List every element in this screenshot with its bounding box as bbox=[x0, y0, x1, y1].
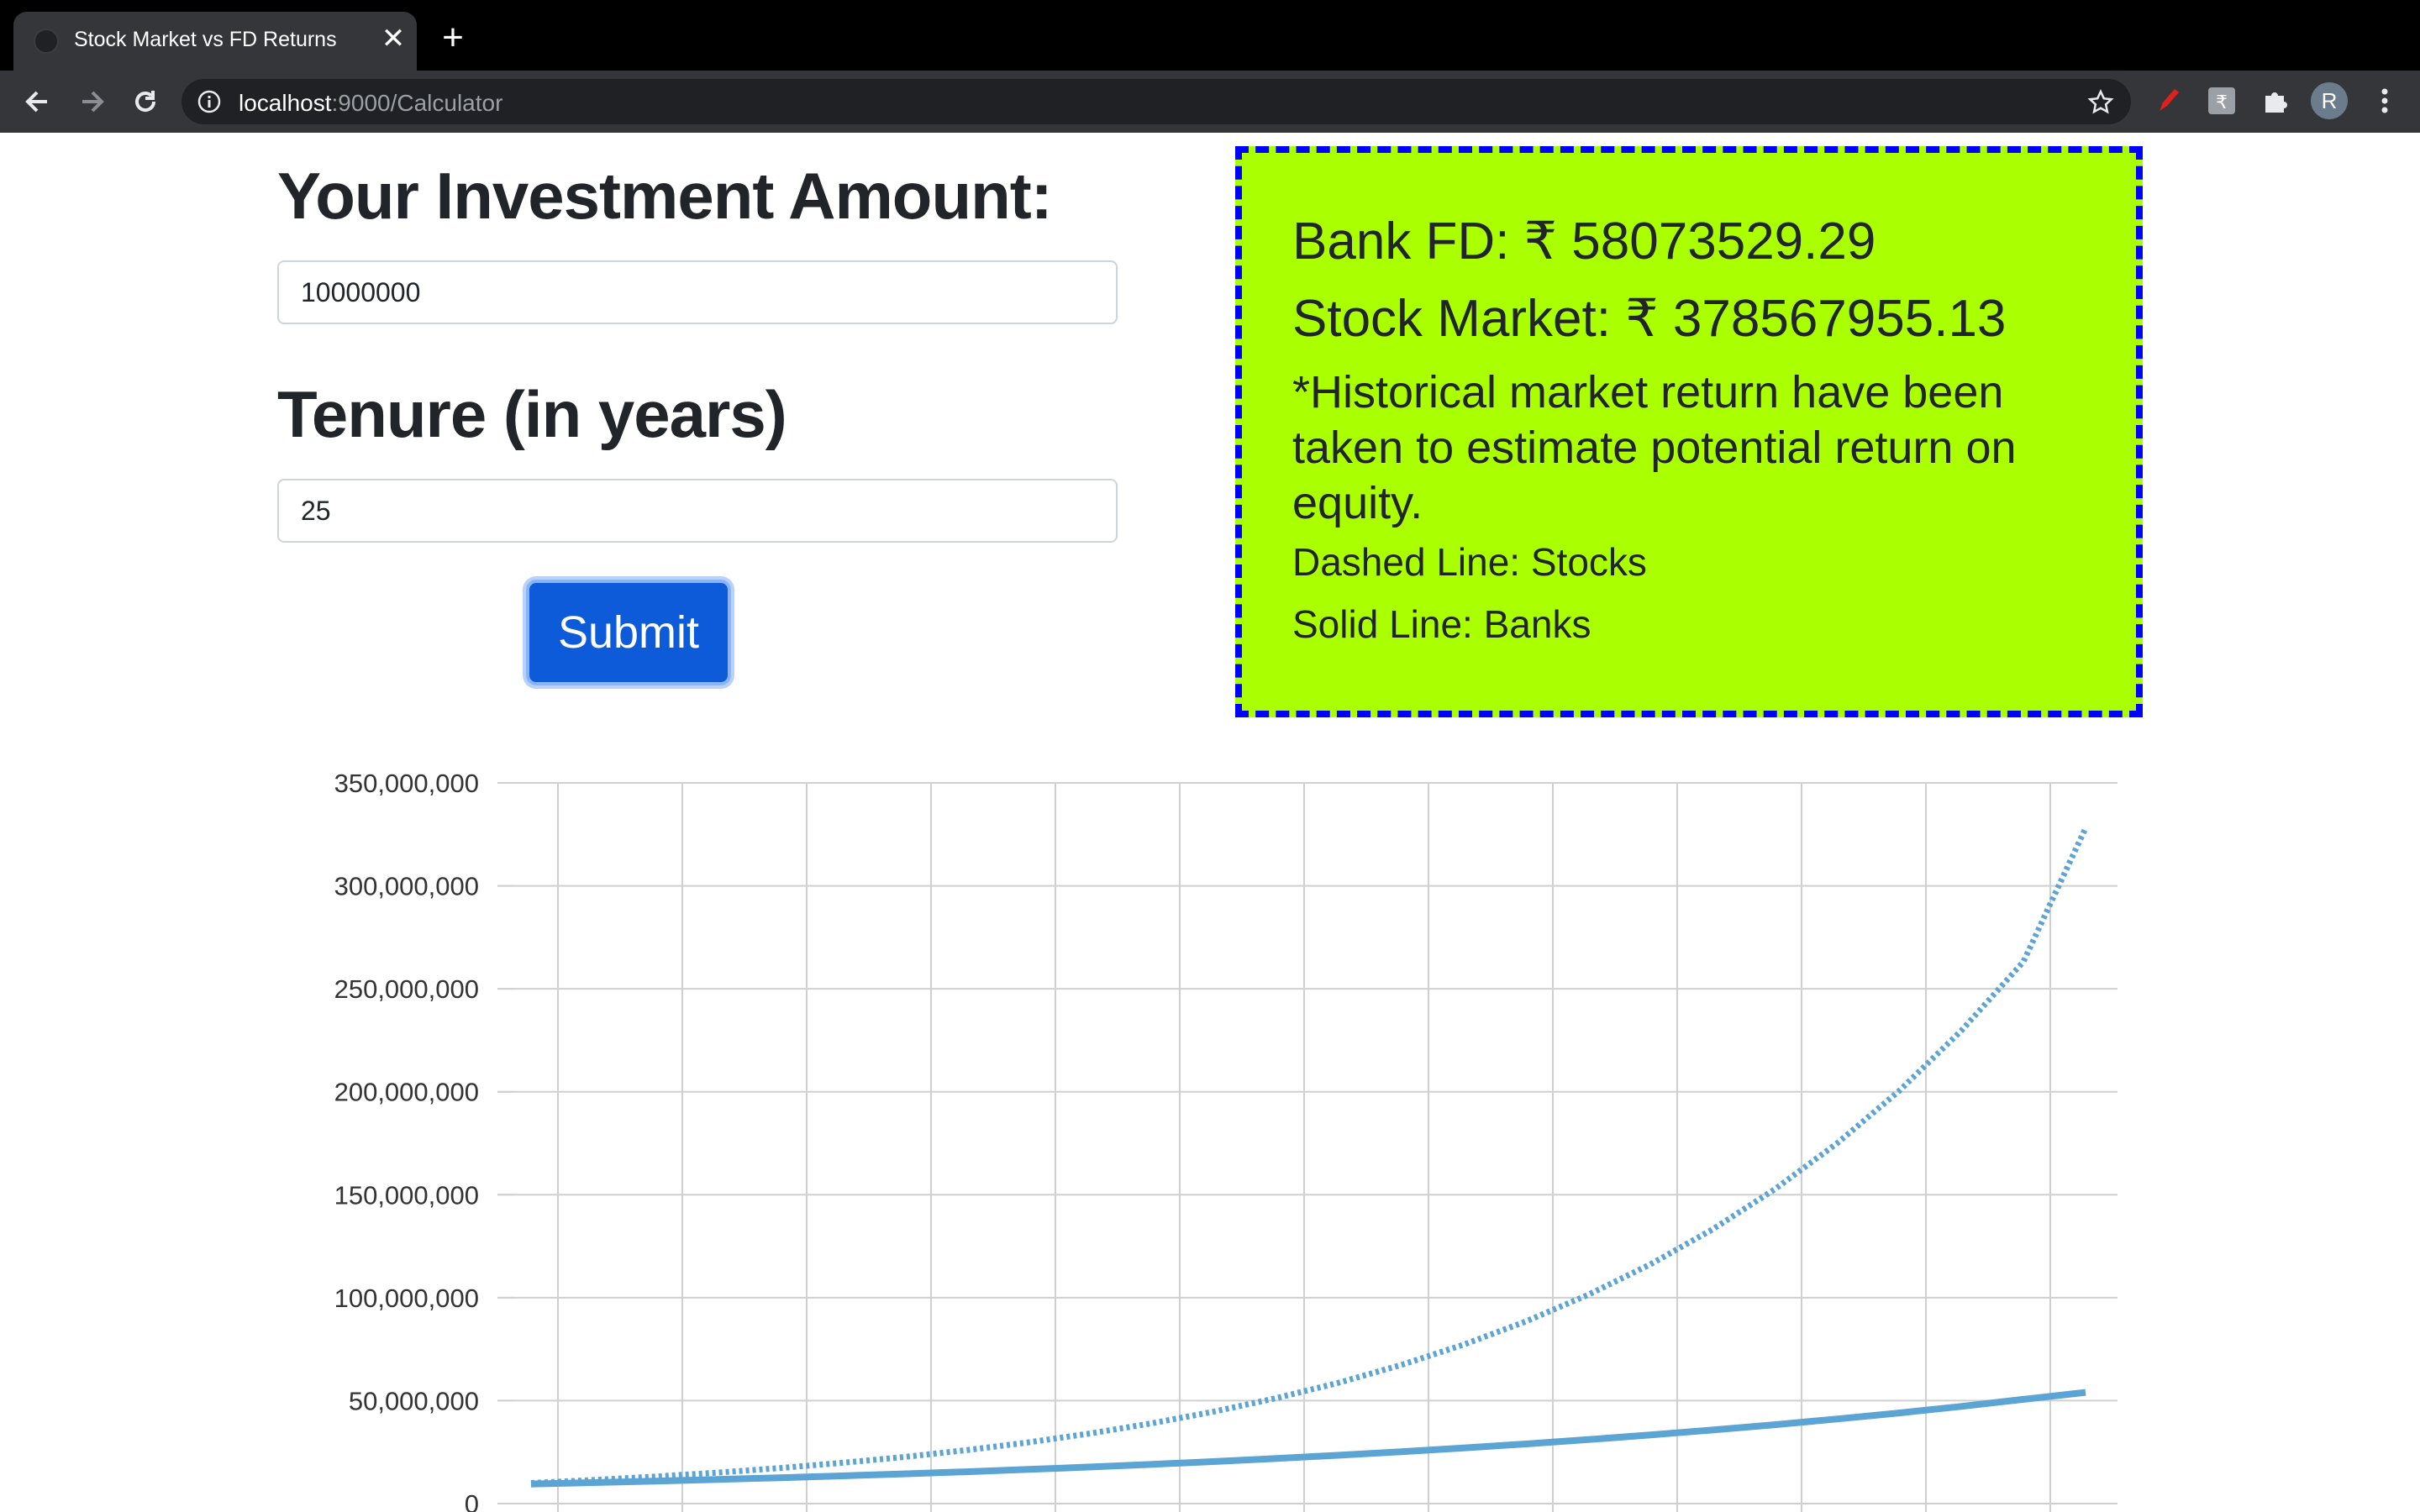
y-tick-label: 200,000,000 bbox=[334, 1078, 479, 1107]
tenure-label: Tenure (in years) bbox=[277, 377, 787, 451]
new-tab-button[interactable]: + bbox=[435, 19, 471, 56]
reload-icon[interactable] bbox=[124, 81, 166, 123]
bookmark-star-icon[interactable] bbox=[2087, 89, 2114, 116]
y-tick-label: 50,000,000 bbox=[349, 1386, 479, 1415]
browser-toolbar: localhost:9000/Calculator ₹ R bbox=[0, 71, 2420, 133]
y-tick-label: 350,000,000 bbox=[334, 769, 479, 798]
y-tick-label: 100,000,000 bbox=[334, 1284, 479, 1313]
svg-text:₹: ₹ bbox=[2216, 92, 2228, 113]
pen-extension-icon[interactable] bbox=[2151, 84, 2185, 118]
historical-return-note: *Historical market return have been take… bbox=[1292, 367, 2017, 528]
info-icon[interactable] bbox=[197, 89, 222, 114]
url-text: localhost:9000/Calculator bbox=[239, 90, 502, 117]
back-icon[interactable] bbox=[17, 81, 59, 123]
address-bar[interactable]: localhost:9000/Calculator bbox=[182, 79, 2131, 124]
browser-tab[interactable]: Stock Market vs FD Returns ✕ bbox=[13, 12, 417, 71]
rupee-extension-icon[interactable]: ₹ bbox=[2205, 84, 2238, 118]
returns-line-chart: 350,000,000 300,000,000 250,000,000 200,000… bbox=[334, 769, 2118, 1512]
y-tick-label: 0 bbox=[465, 1489, 479, 1512]
tenure-input[interactable] bbox=[277, 479, 1118, 543]
investment-amount-label: Your Investment Amount: bbox=[277, 159, 1053, 233]
y-tick-label: 300,000,000 bbox=[334, 872, 479, 901]
stocks-dashed-line bbox=[530, 827, 2089, 1486]
solid-line-legend: Solid Line: Banks bbox=[1292, 602, 1591, 646]
extensions-puzzle-icon[interactable] bbox=[2259, 84, 2292, 118]
url-host: localhost bbox=[239, 90, 332, 116]
tab-strip: Stock Market vs FD Returns ✕ + bbox=[0, 0, 2420, 71]
submit-button[interactable]: Submit bbox=[526, 580, 731, 685]
y-tick-label: 150,000,000 bbox=[334, 1180, 479, 1210]
stock-market-result: Stock Market: ₹ 378567955.13 bbox=[1292, 290, 2007, 348]
banks-solid-line bbox=[530, 1389, 2086, 1488]
investment-amount-input[interactable] bbox=[277, 260, 1118, 324]
tab-title: Stock Market vs FD Returns bbox=[74, 28, 337, 51]
favicon-icon bbox=[34, 29, 59, 54]
y-tick-label: 250,000,000 bbox=[334, 974, 479, 1004]
bank-fd-result: Bank FD: ₹ 58073529.29 bbox=[1292, 213, 1876, 270]
profile-avatar[interactable]: R bbox=[2311, 82, 2348, 119]
dashed-line-legend: Dashed Line: Stocks bbox=[1292, 540, 1647, 584]
menu-kebab-icon[interactable] bbox=[2368, 84, 2402, 118]
close-icon[interactable]: ✕ bbox=[376, 22, 410, 55]
results-panel: Bank FD: ₹ 58073529.29 Stock Market: ₹ 3… bbox=[1235, 146, 2143, 717]
url-path: :9000/Calculator bbox=[331, 90, 503, 116]
forward-icon[interactable] bbox=[71, 81, 113, 123]
